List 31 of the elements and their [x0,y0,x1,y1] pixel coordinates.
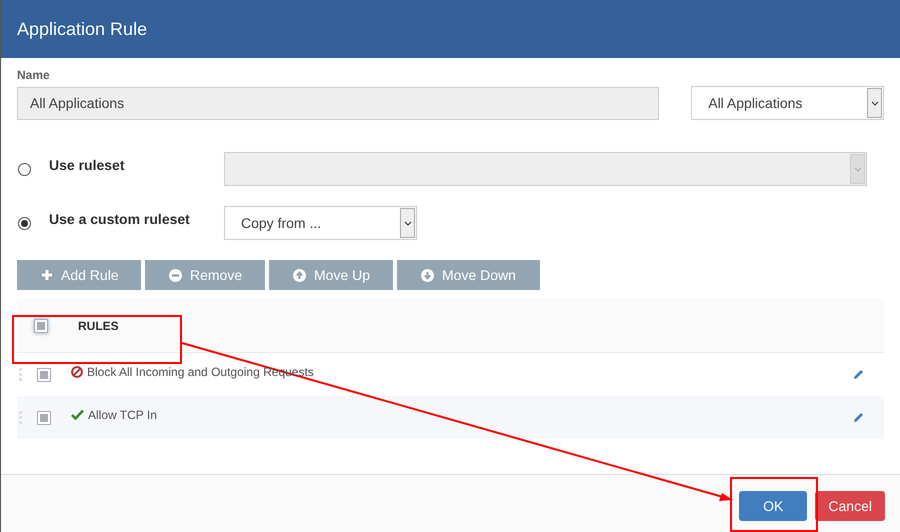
caret-icon [404,220,412,226]
option-label: Use a custom ruleset [49,210,191,226]
checkmark-icon [71,409,84,420]
dropdown[interactable]: All Applications [691,86,884,120]
minus-circle-icon [169,268,182,282]
drag-handle-icon[interactable] [19,368,22,382]
caret-icon [870,100,878,106]
dialog-title: Application Rule [17,18,148,40]
option-label: Use ruleset [49,156,126,172]
remove-button[interactable]: Remove [145,260,265,290]
field-label: Name [17,68,50,82]
move-down-button[interactable]: Move Down [397,260,540,290]
plus-icon [41,269,53,281]
prohibited-icon [71,366,83,378]
checkbox[interactable] [34,318,48,332]
checkbox[interactable] [37,368,51,382]
arrow-up-circle-icon [293,268,306,282]
dropdown[interactable]: Copy from ... [224,206,417,240]
arrow-down-circle-icon [421,268,434,282]
checkbox[interactable] [37,410,51,424]
column-header: RULES [78,318,119,332]
move-up-button[interactable]: Move Up [269,260,393,290]
add-rule-button[interactable]: Add Rule [17,260,141,290]
ok-button[interactable]: OK [739,491,808,521]
radio-button[interactable] [18,162,31,176]
pencil-icon[interactable] [853,412,864,423]
pencil-icon[interactable] [853,369,864,380]
caret-icon [854,166,862,172]
rule-name[interactable]: Allow TCP In [88,408,157,422]
radio-button[interactable] [18,216,31,230]
cancel-button[interactable]: Cancel [815,491,885,521]
